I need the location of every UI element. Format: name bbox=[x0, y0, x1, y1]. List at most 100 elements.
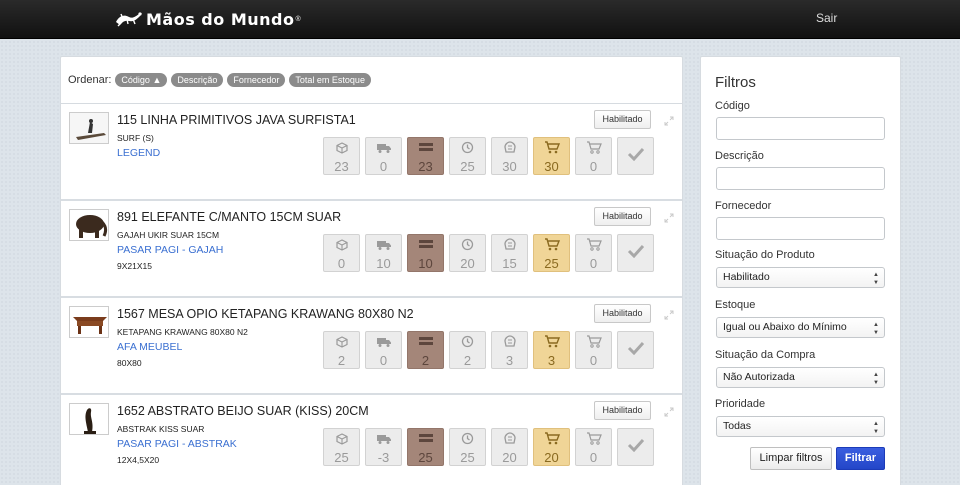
history-icon bbox=[461, 238, 474, 256]
descricao-input[interactable] bbox=[716, 167, 885, 190]
approve-button[interactable] bbox=[617, 331, 654, 369]
select-arrows-icon: ▲ ▼ bbox=[873, 322, 879, 336]
approve-button[interactable] bbox=[617, 137, 654, 175]
stat-value: 3 bbox=[505, 353, 514, 368]
stat-stock[interactable]: 23 bbox=[407, 137, 444, 175]
stat-value: 25 bbox=[460, 450, 475, 465]
expand-icon[interactable] bbox=[664, 210, 674, 223]
stat-cart[interactable]: 30 bbox=[533, 137, 570, 175]
cart-icon bbox=[544, 432, 560, 450]
stat-cart-outline[interactable]: 0 bbox=[575, 331, 612, 369]
stat-stock[interactable]: 25 bbox=[407, 428, 444, 466]
stat-cart[interactable]: 20 bbox=[533, 428, 570, 466]
truck-icon bbox=[376, 335, 392, 353]
stat-truck[interactable]: 0 bbox=[365, 137, 402, 175]
estoque-select[interactable]: Igual ou Abaixo do Mínimo ▲ ▼ bbox=[716, 317, 885, 338]
filters-panel: Filtros Código Descrição Fornecedor Situ… bbox=[700, 56, 901, 485]
stat-truck[interactable]: 10 bbox=[365, 234, 402, 272]
logo[interactable]: Mãos do Mundo ® bbox=[114, 8, 301, 30]
product-thumbnail[interactable] bbox=[69, 403, 109, 435]
expand-icon[interactable] bbox=[664, 113, 674, 126]
clear-filters-button[interactable]: Limpar filtros bbox=[750, 447, 832, 470]
codigo-input[interactable] bbox=[716, 117, 885, 140]
cart-icon bbox=[544, 141, 560, 159]
stat-cart-outline[interactable]: 0 bbox=[575, 137, 612, 175]
stat-history[interactable]: 20 bbox=[449, 234, 486, 272]
stat-sales[interactable]: 20 bbox=[491, 428, 528, 466]
stock-stats: 0 10 10 20 15 25 0 bbox=[323, 234, 659, 272]
stat-stock[interactable]: 10 bbox=[407, 234, 444, 272]
fornecedor-input[interactable] bbox=[716, 217, 885, 240]
sales-icon bbox=[503, 141, 517, 159]
stat-sales[interactable]: 30 bbox=[491, 137, 528, 175]
stat-value: 25 bbox=[544, 256, 559, 271]
status-button[interactable]: Habilitado bbox=[594, 401, 651, 420]
stat-value: 0 bbox=[589, 450, 598, 465]
filter-button[interactable]: Filtrar bbox=[836, 447, 885, 470]
stat-history[interactable]: 2 bbox=[449, 331, 486, 369]
cart-icon bbox=[544, 335, 560, 353]
stat-box[interactable]: 25 bbox=[323, 428, 360, 466]
stat-cart-outline[interactable]: 0 bbox=[575, 234, 612, 272]
supplier-link[interactable]: PASAR PAGI - ABSTRAK bbox=[117, 438, 237, 450]
stat-value: 0 bbox=[589, 256, 598, 271]
product-description: SURF (S) bbox=[117, 133, 154, 143]
supplier-link[interactable]: LEGEND bbox=[117, 147, 160, 159]
logout-link[interactable]: Sair bbox=[816, 11, 837, 25]
stock-icon bbox=[418, 238, 434, 256]
situacao-produto-label: Situação do Produto bbox=[715, 249, 815, 261]
status-button[interactable]: Habilitado bbox=[594, 110, 651, 129]
situacao-compra-label: Situação da Compra bbox=[715, 349, 816, 361]
product-thumbnail[interactable] bbox=[69, 209, 109, 241]
situacao-compra-select[interactable]: Não Autorizada ▲ ▼ bbox=[716, 367, 885, 388]
status-button[interactable]: Habilitado bbox=[594, 207, 651, 226]
expand-icon[interactable] bbox=[664, 307, 674, 320]
prioridade-select[interactable]: Todas ▲ ▼ bbox=[716, 416, 885, 437]
approve-button[interactable] bbox=[617, 428, 654, 466]
sort-by-total-stock[interactable]: Total em Estoque bbox=[289, 73, 371, 87]
stat-value: 23 bbox=[418, 159, 433, 174]
stat-box[interactable]: 23 bbox=[323, 137, 360, 175]
supplier-link[interactable]: AFA MEUBEL bbox=[117, 341, 182, 353]
stat-value: 10 bbox=[418, 256, 433, 271]
stat-value: 2 bbox=[463, 353, 472, 368]
product-thumbnail[interactable] bbox=[69, 306, 109, 338]
sort-by-description[interactable]: Descrição bbox=[171, 73, 224, 87]
stat-value: 15 bbox=[502, 256, 517, 271]
truck-icon bbox=[376, 141, 392, 159]
product-dimensions: 12X4,5X20 bbox=[117, 455, 160, 465]
situacao-produto-select[interactable]: Habilitado ▲ ▼ bbox=[716, 267, 885, 288]
product-thumbnail[interactable] bbox=[69, 112, 109, 144]
stat-value: 2 bbox=[421, 353, 430, 368]
stat-truck[interactable]: 0 bbox=[365, 331, 402, 369]
sort-by-code[interactable]: Código ▲ bbox=[115, 73, 168, 87]
stat-cart[interactable]: 25 bbox=[533, 234, 570, 272]
approve-button[interactable] bbox=[617, 234, 654, 272]
product-description: KETAPANG KRAWANG 80X80 N2 bbox=[117, 327, 248, 337]
stat-cart[interactable]: 3 bbox=[533, 331, 570, 369]
stat-sales[interactable]: 15 bbox=[491, 234, 528, 272]
sort-by-supplier[interactable]: Fornecedor bbox=[227, 73, 286, 87]
supplier-link[interactable]: PASAR PAGI - GAJAH bbox=[117, 244, 223, 256]
stock-stats: 25 -3 25 25 20 20 0 bbox=[323, 428, 659, 466]
stock-icon bbox=[418, 335, 434, 353]
stat-value: 30 bbox=[502, 159, 517, 174]
status-button[interactable]: Habilitado bbox=[594, 304, 651, 323]
sales-icon bbox=[503, 335, 517, 353]
stat-history[interactable]: 25 bbox=[449, 428, 486, 466]
stat-truck[interactable]: -3 bbox=[365, 428, 402, 466]
stat-history[interactable]: 25 bbox=[449, 137, 486, 175]
box-icon bbox=[335, 335, 348, 353]
stat-box[interactable]: 2 bbox=[323, 331, 360, 369]
stat-cart-outline[interactable]: 0 bbox=[575, 428, 612, 466]
stat-value: 0 bbox=[589, 353, 598, 368]
stat-stock[interactable]: 2 bbox=[407, 331, 444, 369]
stat-sales[interactable]: 3 bbox=[491, 331, 528, 369]
expand-icon[interactable] bbox=[664, 404, 674, 417]
stat-box[interactable]: 0 bbox=[323, 234, 360, 272]
cart-outline-icon bbox=[586, 432, 602, 450]
stat-value: 20 bbox=[544, 450, 559, 465]
logo-text: Mãos do Mundo bbox=[146, 9, 295, 29]
cart-outline-icon bbox=[586, 141, 602, 159]
stock-stats: 2 0 2 2 3 3 0 bbox=[323, 331, 659, 369]
